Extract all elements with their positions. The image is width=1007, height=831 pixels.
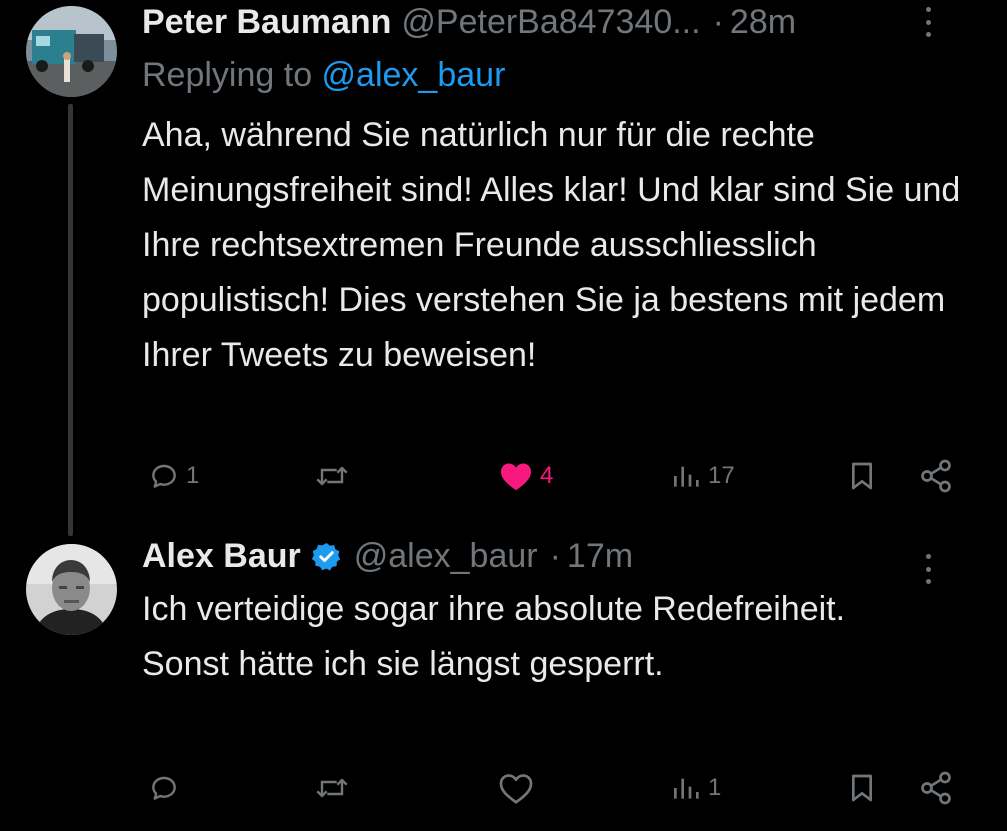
bookmark-icon [852, 774, 872, 802]
like-button[interactable]: 4 [498, 456, 553, 496]
avatar-image [26, 544, 117, 635]
more-dot [925, 7, 931, 12]
more-dot [925, 554, 931, 559]
avatar-peter-baumann[interactable] [26, 6, 117, 97]
author-handle[interactable]: @PeterBa847340... [401, 3, 700, 42]
author-handle[interactable]: @alex_baur [354, 537, 538, 576]
timestamp[interactable]: 17m [567, 537, 633, 576]
author-name[interactable]: Alex Baur [142, 537, 301, 576]
retweet-icon [316, 778, 348, 798]
tweet-alex-baur[interactable]: Alex Baur @alex_baur · 17m Ich verteidig… [0, 530, 1007, 830]
speech-bubble-icon [152, 464, 176, 488]
speech-bubble-icon [152, 776, 176, 800]
avatar-image [26, 6, 117, 97]
views-count: 17 [708, 462, 735, 489]
share-button[interactable] [918, 768, 954, 808]
separator-dot: · [712, 2, 724, 41]
timestamp[interactable]: 28m [730, 3, 796, 42]
more-dot [925, 579, 931, 584]
like-count: 4 [540, 462, 554, 489]
tweet-peter-baumann[interactable]: Peter Baumann @PeterBa847340... · 28m Re… [0, 0, 1007, 520]
retweet-button[interactable] [314, 456, 356, 496]
replying-to-mention[interactable]: @alex_baur [322, 56, 506, 94]
author-name[interactable]: Peter Baumann [142, 3, 391, 42]
bar-chart-icon [674, 466, 699, 487]
verified-badge-icon[interactable] [311, 541, 342, 572]
bar-chart-icon [674, 778, 699, 799]
bookmark-icon [852, 462, 872, 490]
retweet-button[interactable] [314, 768, 356, 808]
bookmark-button[interactable] [846, 768, 878, 808]
like-button[interactable] [498, 768, 540, 808]
separator-dot: · [549, 536, 561, 575]
tweet-text: Ich verteidige sogar ihre absolute Redef… [142, 590, 846, 683]
share-icon [921, 771, 951, 805]
tweet-header: Alex Baur @alex_baur · 17m [142, 536, 967, 584]
views-button[interactable]: 17 [670, 456, 735, 496]
replying-to: Replying to @alex_baur [142, 56, 505, 95]
retweet-icon [316, 466, 348, 486]
views-button[interactable]: 1 [670, 768, 721, 808]
more-dot [925, 19, 931, 25]
bookmark-button[interactable] [846, 456, 878, 496]
reply-button[interactable]: 1 [148, 456, 199, 496]
tweet-actions: 1 [142, 768, 972, 808]
reply-button[interactable] [148, 768, 186, 808]
tweet-header: Peter Baumann @PeterBa847340... · 28m [142, 2, 967, 42]
reply-count: 1 [186, 462, 200, 489]
heart-icon [501, 463, 531, 491]
more-vertical-icon[interactable] [922, 554, 934, 584]
more-vertical-icon[interactable] [922, 7, 934, 37]
heart-icon [499, 774, 533, 804]
more-dot [925, 32, 931, 37]
share-button[interactable] [918, 456, 954, 496]
more-dot [925, 566, 931, 572]
replying-to-label: Replying to [142, 56, 322, 94]
tweet-actions: 1 4 17 [142, 456, 972, 496]
views-count: 1 [708, 774, 722, 801]
share-icon [921, 459, 951, 493]
tweet-text: Aha, während Sie natürlich nur für die r… [142, 116, 961, 374]
avatar-alex-baur[interactable] [26, 544, 117, 635]
